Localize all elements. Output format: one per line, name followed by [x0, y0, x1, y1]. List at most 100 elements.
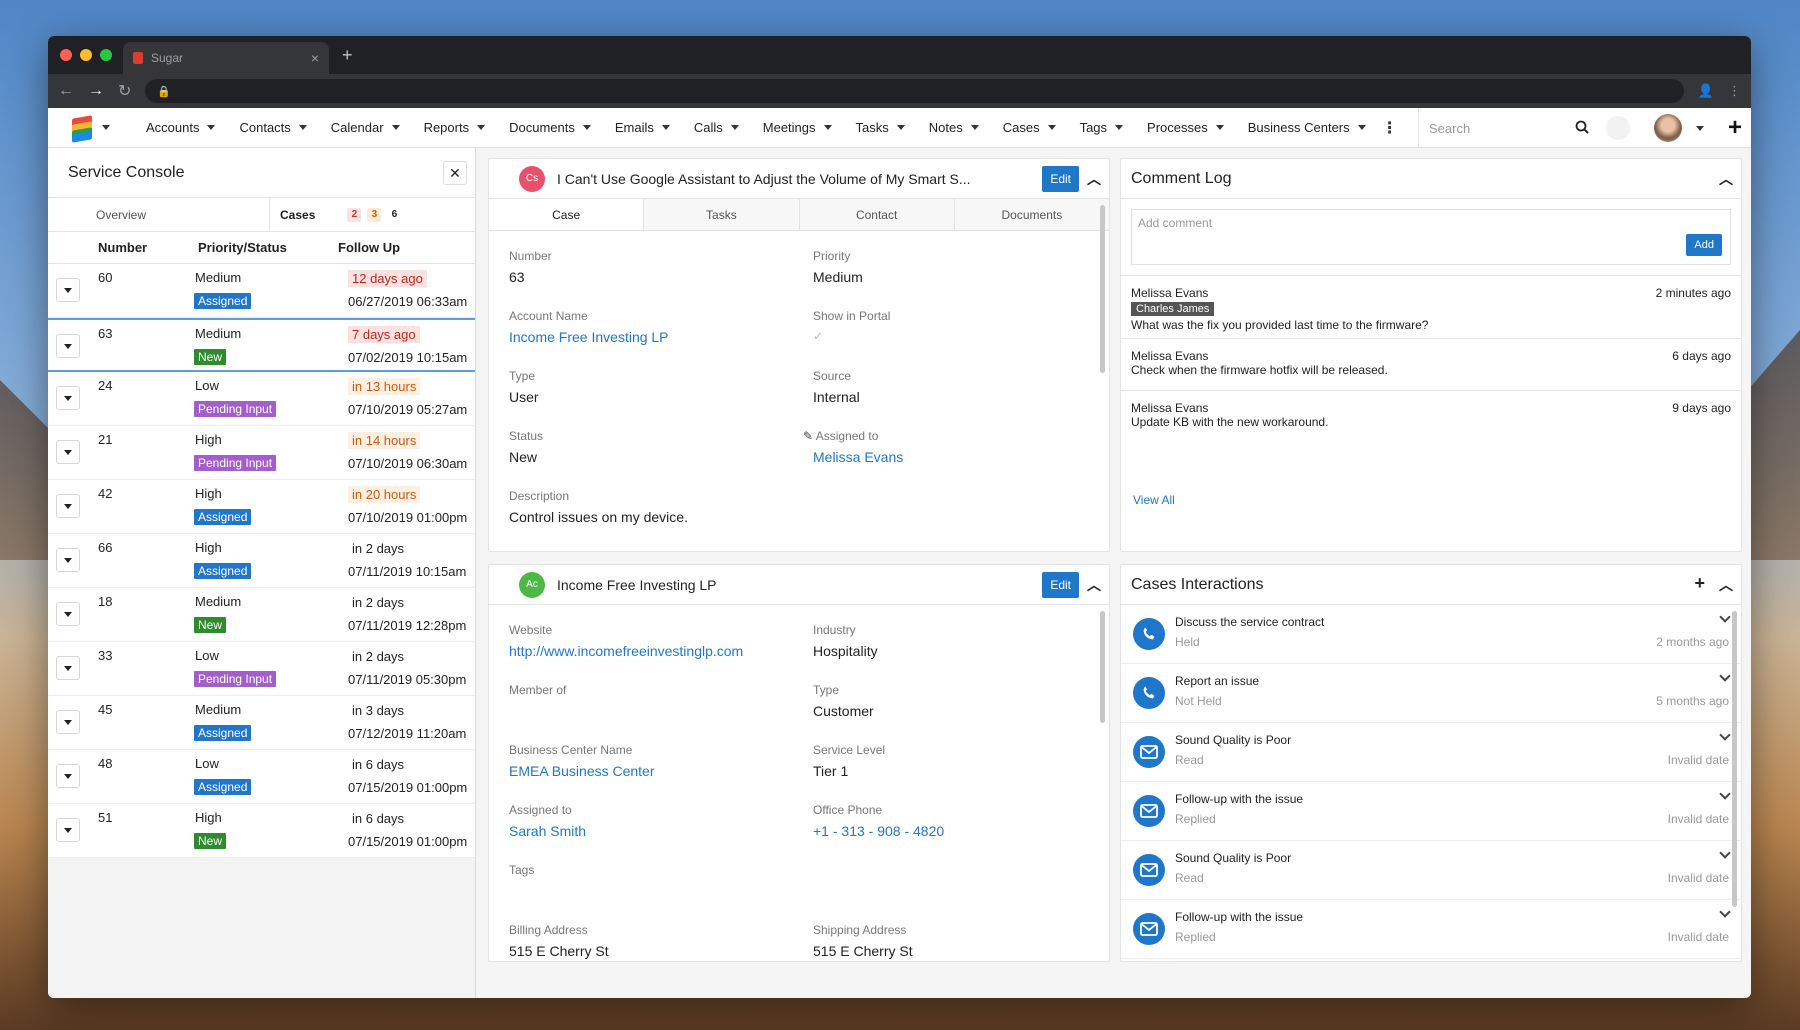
expand-chevron-down-icon[interactable] [1719, 788, 1731, 800]
nav-item-processes[interactable]: Processes [1135, 120, 1236, 135]
search-icon[interactable] [1575, 120, 1589, 134]
row-actions-chevron-down-icon[interactable] [56, 656, 80, 680]
case-number[interactable]: 24 [98, 378, 112, 393]
case-scrollbar[interactable] [1100, 205, 1105, 373]
tab-documents[interactable]: Documents [954, 199, 1109, 230]
forward-icon[interactable]: → [88, 82, 104, 100]
table-row[interactable]: 21 High Pending Input in 14 hours 07/10/2019… [48, 426, 475, 480]
comment-author[interactable]: Melissa Evans [1131, 286, 1731, 300]
nav-item-tags[interactable]: Tags [1068, 120, 1135, 135]
case-number[interactable]: 45 [98, 702, 112, 717]
case-number[interactable]: 33 [98, 648, 112, 663]
row-actions-chevron-down-icon[interactable] [56, 334, 80, 358]
row-actions-chevron-down-icon[interactable] [56, 764, 80, 788]
row-actions-chevron-down-icon[interactable] [56, 548, 80, 572]
value-billing[interactable]: 515 E Cherry St [509, 943, 609, 959]
table-row[interactable]: 24 Low Pending Input in 13 hours 07/10/2019 … [48, 372, 475, 426]
sugar-logo-icon[interactable] [70, 114, 94, 143]
chevron-down-icon[interactable] [970, 125, 979, 130]
chevron-down-icon[interactable] [477, 125, 486, 130]
table-row[interactable]: 48 Low Assigned in 6 days 07/15/2019 01:00pm [48, 750, 475, 804]
expand-chevron-down-icon[interactable] [1719, 670, 1731, 682]
nav-item-calendar[interactable]: Calendar [319, 120, 412, 135]
pencil-icon[interactable]: ✎ [803, 429, 813, 443]
value-industry[interactable]: Hospitality [813, 643, 878, 659]
row-actions-chevron-down-icon[interactable] [56, 386, 80, 410]
value-priority[interactable]: Medium [813, 269, 863, 285]
case-number[interactable]: 66 [98, 540, 112, 555]
add-comment-button[interactable]: Add [1686, 234, 1722, 256]
case-edit-button[interactable]: Edit [1042, 166, 1079, 192]
value-account-type[interactable]: Customer [813, 703, 874, 719]
phone-link[interactable]: +1 - 313 - 908 - 4820 [813, 823, 944, 839]
table-row[interactable]: 60 Medium Assigned 12 days ago 06/27/2019 06… [48, 264, 475, 318]
chevron-down-icon[interactable] [823, 125, 832, 130]
nav-item-contacts[interactable]: Contacts [227, 120, 318, 135]
logo-chevron-down-icon[interactable] [102, 125, 110, 130]
case-number[interactable]: 21 [98, 432, 112, 447]
more-modules-icon[interactable]: ⋮ [1382, 118, 1398, 138]
add-interaction-icon[interactable]: + [1694, 573, 1705, 594]
notifications-icon[interactable] [1606, 116, 1630, 140]
case-number[interactable]: 48 [98, 756, 112, 771]
user-menu-chevron-down-icon[interactable] [1696, 126, 1704, 131]
mention-tag[interactable]: Charles James [1131, 302, 1215, 316]
nav-item-cases[interactable]: Cases [991, 120, 1068, 135]
interaction-item[interactable]: Follow-up with the issue Replied Invalid d… [1121, 782, 1741, 841]
tab-overview[interactable]: Overview [48, 198, 270, 231]
collapse-comment-log-icon[interactable]: ︿ [1719, 169, 1733, 189]
row-actions-chevron-down-icon[interactable] [56, 710, 80, 734]
search-input[interactable]: Search [1418, 108, 1556, 148]
nav-item-notes[interactable]: Notes [917, 120, 991, 135]
chevron-down-icon[interactable] [1115, 125, 1124, 130]
view-all-link[interactable]: View All [1133, 493, 1175, 507]
close-console-icon[interactable]: ✕ [443, 161, 467, 185]
close-window-button[interactable] [60, 49, 72, 61]
account-assigned-link[interactable]: Sarah Smith [509, 823, 586, 839]
assigned-user-link[interactable]: Melissa Evans [813, 449, 903, 465]
chevron-down-icon[interactable] [391, 125, 400, 130]
interaction-title[interactable]: Discuss the service contract [1175, 615, 1324, 629]
user-avatar[interactable] [1654, 114, 1682, 142]
tab-contact[interactable]: Contact [799, 199, 955, 230]
interaction-item[interactable]: Sound Quality is Poor Read Invalid date [1121, 841, 1741, 900]
comment-author[interactable]: Melissa Evans [1131, 401, 1731, 415]
table-row[interactable]: 63 Medium New 7 days ago 07/02/2019 10:15am [48, 318, 475, 372]
interaction-title[interactable]: Sound Quality is Poor [1175, 851, 1291, 865]
table-row[interactable]: 66 High Assigned in 2 days 07/11/2019 10:15a… [48, 534, 475, 588]
interaction-title[interactable]: Sound Quality is Poor [1175, 733, 1291, 747]
new-tab-icon[interactable]: + [342, 45, 353, 66]
interaction-title[interactable]: Follow-up with the issue [1175, 910, 1303, 924]
case-number[interactable]: 42 [98, 486, 112, 501]
comment-author[interactable]: Melissa Evans [1131, 349, 1731, 363]
chevron-down-icon[interactable] [1047, 125, 1056, 130]
table-row[interactable]: 18 Medium New in 2 days 07/11/2019 12:28pm [48, 588, 475, 642]
interaction-item[interactable]: Report an issue Not Held 5 months ago [1121, 664, 1741, 723]
collapse-account-icon[interactable]: ︿ [1087, 575, 1101, 595]
value-status[interactable]: New [509, 449, 537, 465]
tab-cases[interactable]: Cases 2 3 6 [270, 198, 401, 231]
col-number-header[interactable]: Number [48, 240, 188, 255]
account-link[interactable]: Income Free Investing LP [509, 329, 669, 345]
interaction-title[interactable]: Follow-up with the issue [1175, 792, 1303, 806]
value-service-level[interactable]: Tier 1 [813, 763, 848, 779]
case-number[interactable]: 60 [98, 270, 112, 285]
url-field[interactable]: 🔒 [145, 79, 1684, 103]
table-row[interactable]: 51 High New in 6 days 07/15/2019 01:00pm [48, 804, 475, 858]
table-row[interactable]: 45 Medium Assigned in 3 days 07/12/2019 11:2… [48, 696, 475, 750]
nav-item-calls[interactable]: Calls [682, 120, 751, 135]
nav-item-tasks[interactable]: Tasks [844, 120, 917, 135]
tab-tasks[interactable]: Tasks [644, 199, 800, 230]
maximize-window-button[interactable] [100, 49, 112, 61]
expand-chevron-down-icon[interactable] [1719, 847, 1731, 859]
chevron-down-icon[interactable] [298, 125, 307, 130]
table-row[interactable]: 42 High Assigned in 20 hours 07/10/2019 01:0… [48, 480, 475, 534]
row-actions-chevron-down-icon[interactable] [56, 818, 80, 842]
nav-item-emails[interactable]: Emails [603, 120, 682, 135]
portal-checkbox[interactable]: ✓ [813, 329, 823, 343]
expand-chevron-down-icon[interactable] [1719, 611, 1731, 623]
profile-icon[interactable]: 👤 [1698, 83, 1714, 99]
value-type[interactable]: User [509, 389, 539, 405]
quick-create-plus-icon[interactable]: + [1728, 114, 1742, 142]
browser-tab[interactable]: Sugar × [123, 42, 329, 74]
